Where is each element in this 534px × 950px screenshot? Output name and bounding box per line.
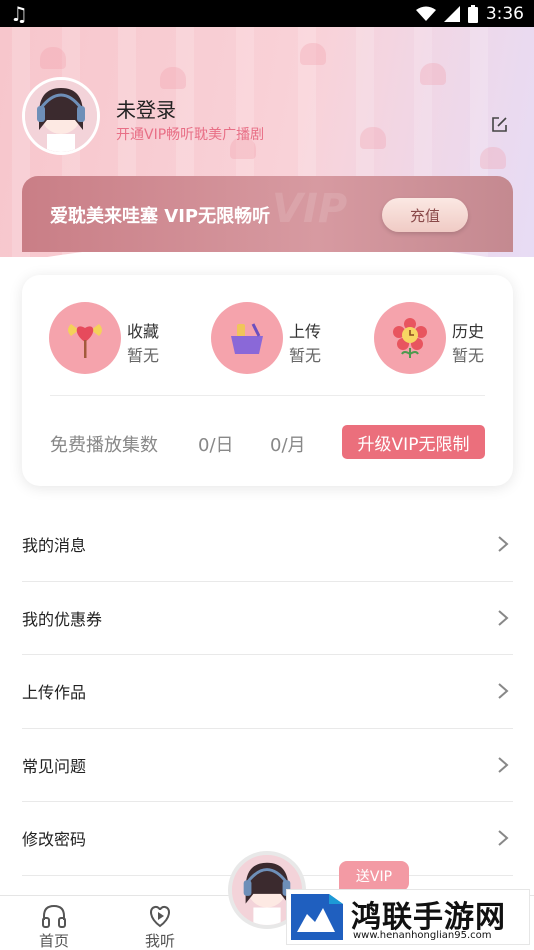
stat-history-label: 历史 bbox=[452, 322, 485, 341]
stat-uploads[interactable]: 上传 暂无 bbox=[211, 302, 361, 376]
stat-uploads-label: 上传 bbox=[289, 322, 322, 341]
menu-item-coupons[interactable]: 我的优惠券 bbox=[22, 582, 513, 655]
vip-banner-text: 爱耽美来哇塞 VIP无限畅听 bbox=[50, 206, 271, 227]
status-bar: ♫ 3:36 bbox=[0, 0, 534, 27]
stat-history-value: 暂无 bbox=[452, 346, 485, 365]
watermark-logo-icon bbox=[291, 894, 343, 940]
menu-item-label: 我的优惠券 bbox=[22, 609, 103, 629]
watermark-url: www.henanhonglian95.com bbox=[353, 930, 492, 941]
stat-favorites[interactable]: 收藏 暂无 bbox=[49, 302, 199, 376]
heart-lollipop-icon bbox=[49, 302, 121, 374]
user-avatar[interactable] bbox=[22, 77, 100, 155]
headphones-icon bbox=[42, 904, 66, 928]
free-play-per-day: 0/日 bbox=[198, 435, 234, 456]
flower-clock-icon bbox=[374, 302, 446, 374]
wifi-icon bbox=[415, 6, 436, 21]
vip-banner[interactable]: VIP 爱耽美来哇塞 VIP无限畅听 充值 bbox=[22, 176, 513, 252]
menu-item-label: 常见问题 bbox=[22, 756, 87, 776]
chevron-right-icon bbox=[498, 683, 509, 700]
nav-listen-label: 我听 bbox=[144, 932, 175, 950]
free-play-per-month: 0/月 bbox=[270, 435, 306, 456]
nav-listen[interactable]: 我听 bbox=[130, 904, 190, 950]
menu-item-upload-works[interactable]: 上传作品 bbox=[22, 655, 513, 729]
edit-icon[interactable] bbox=[491, 116, 508, 133]
menu-item-messages[interactable]: 我的消息 bbox=[22, 508, 513, 582]
settings-menu: 我的消息 我的优惠券 上传作品 常见问题 修改密码 bbox=[22, 508, 513, 876]
stat-favorites-value: 暂无 bbox=[127, 346, 160, 365]
gift-vip-badge[interactable]: 送VIP bbox=[339, 861, 409, 891]
signal-icon bbox=[443, 5, 460, 22]
music-note-icon: ♫ bbox=[10, 1, 28, 26]
stat-favorites-label: 收藏 bbox=[127, 322, 160, 341]
chevron-right-icon bbox=[498, 830, 509, 847]
card-divider bbox=[50, 395, 485, 396]
menu-item-label: 上传作品 bbox=[22, 683, 87, 703]
menu-item-faq[interactable]: 常见问题 bbox=[22, 729, 513, 802]
banner-decoration: VIP bbox=[272, 186, 348, 232]
menu-item-label: 我的消息 bbox=[22, 536, 87, 556]
nav-home[interactable]: 首页 bbox=[24, 904, 84, 950]
upgrade-vip-button[interactable]: 升级VIP无限制 bbox=[342, 425, 485, 459]
stat-history[interactable]: 历史 暂无 bbox=[374, 302, 524, 376]
vip-promo-subtitle[interactable]: 开通VIP畅听耽美广播剧 bbox=[116, 124, 264, 144]
chevron-right-icon bbox=[498, 536, 509, 553]
chevron-right-icon bbox=[498, 609, 509, 626]
basket-icon bbox=[211, 302, 283, 374]
status-time: 3:36 bbox=[485, 3, 524, 24]
watermark: 鸿联手游网 www.henanhonglian95.com bbox=[286, 889, 530, 945]
chevron-right-icon bbox=[498, 756, 509, 773]
heart-play-icon bbox=[150, 905, 170, 928]
stat-uploads-value: 暂无 bbox=[289, 346, 322, 365]
menu-item-label: 修改密码 bbox=[22, 830, 87, 850]
nav-home-label: 首页 bbox=[38, 932, 69, 950]
user-name[interactable]: 未登录 bbox=[116, 94, 176, 123]
battery-icon bbox=[467, 4, 478, 23]
free-play-label: 免费播放集数 bbox=[50, 435, 158, 456]
recharge-button[interactable]: 充值 bbox=[382, 198, 468, 232]
stats-card: 收藏 暂无 上传 暂无 历史 暂无 免费播放集数 0/日 0/月 升级VIP无限… bbox=[22, 275, 513, 486]
